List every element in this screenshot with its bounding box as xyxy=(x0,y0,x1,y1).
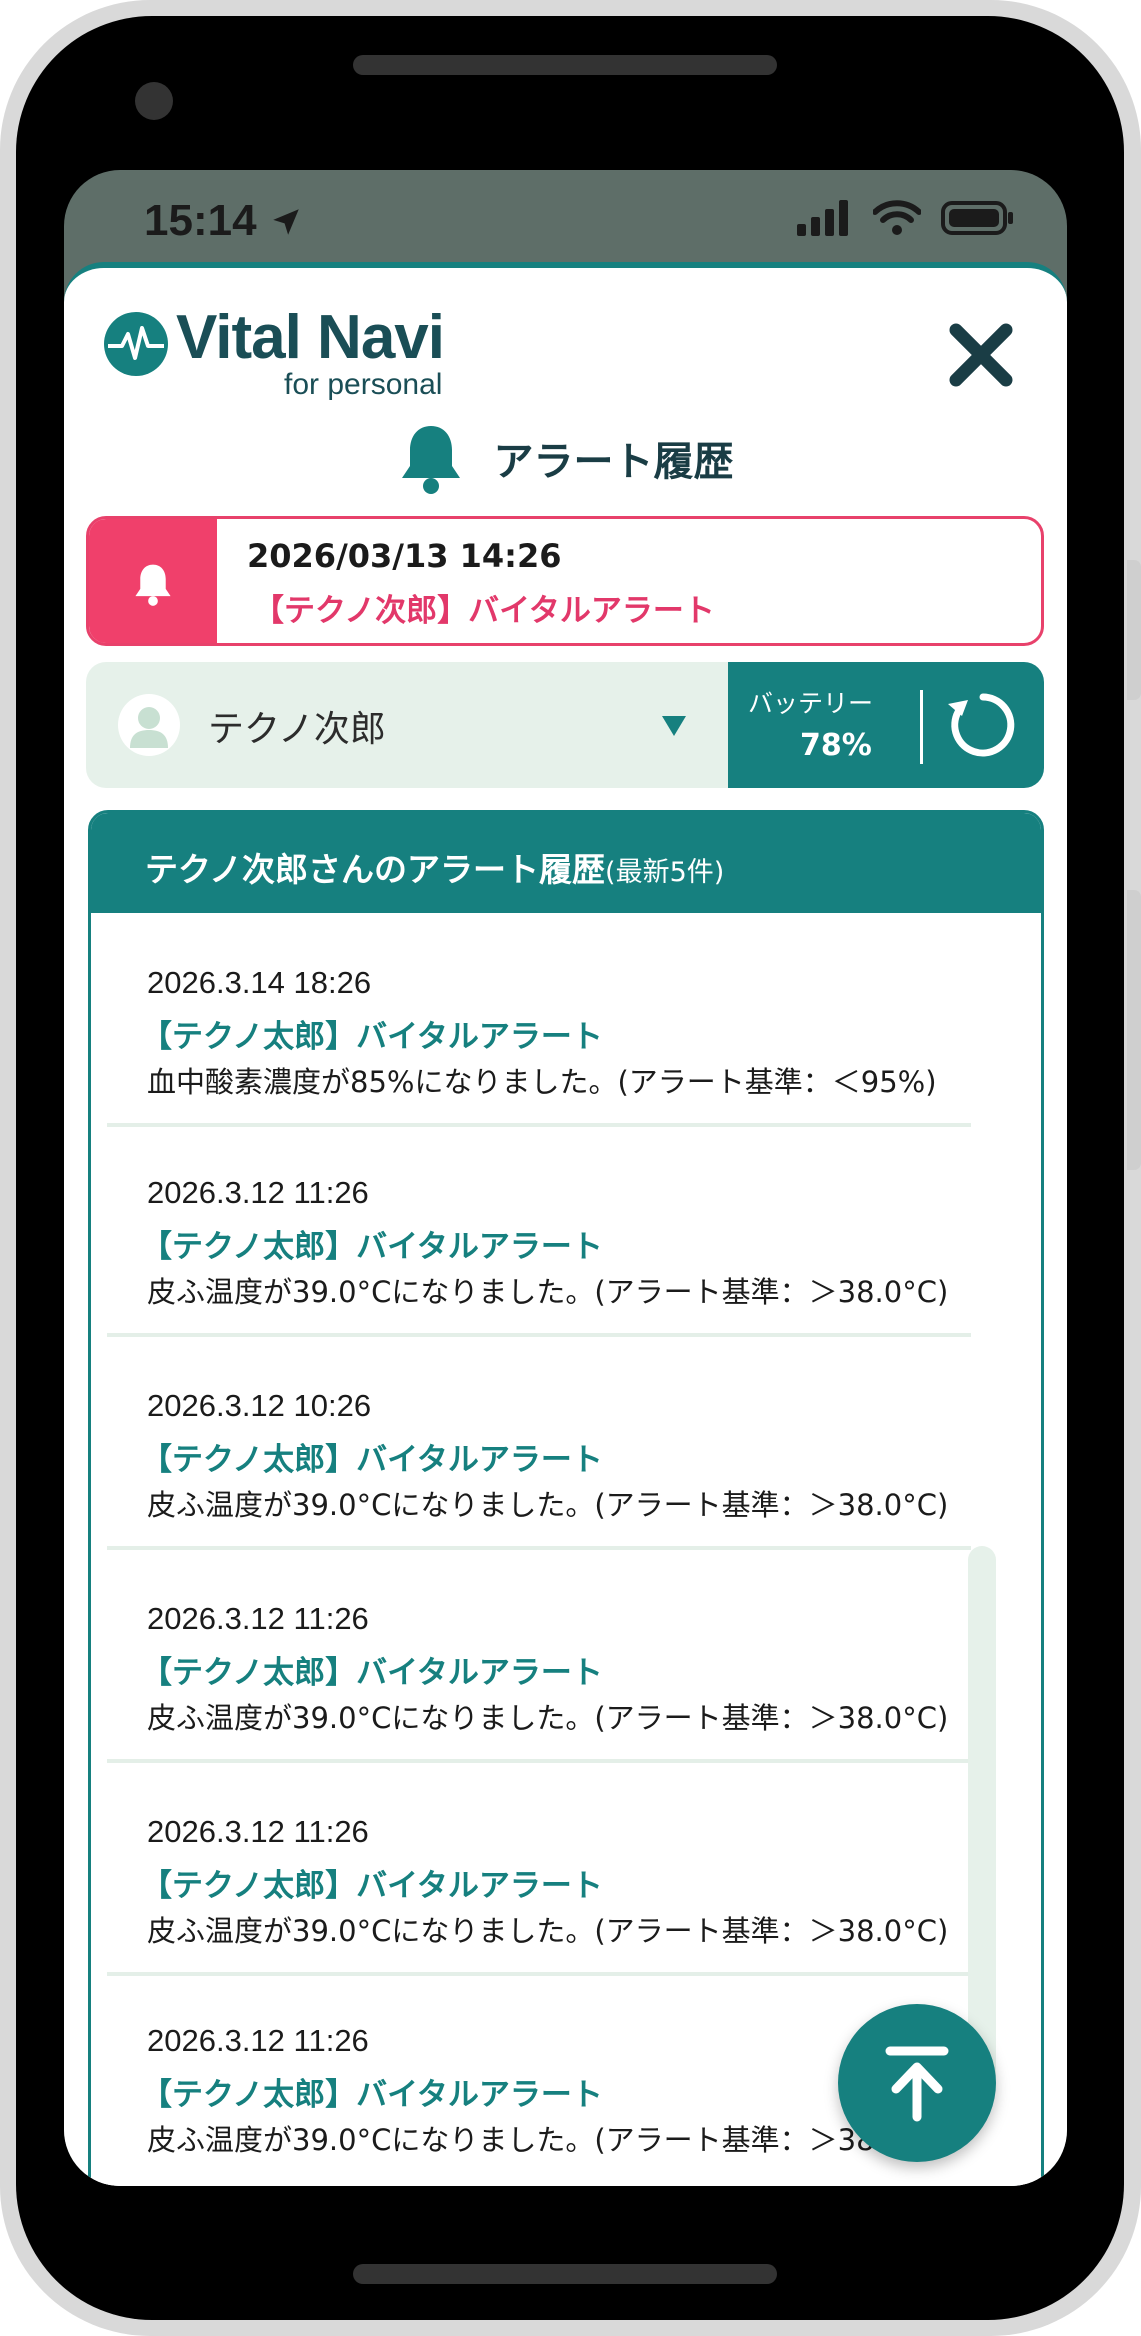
history-header-text: テクノ次郎さんのアラート履歴(最新5件) xyxy=(145,843,724,891)
status-bar: 15:14 xyxy=(64,170,1067,262)
battery-label: バッテリー xyxy=(748,689,874,718)
battery-icon xyxy=(941,201,1013,235)
battery-box: バッテリー 78% xyxy=(728,662,1044,788)
phone-side-button xyxy=(1127,890,1141,1170)
alert-history-modal: Vital Navi for personal アラート履歴 2026/03/1 xyxy=(64,262,1067,2186)
history-header-title: テクノ次郎さんのアラート履歴 xyxy=(145,850,606,889)
arrow-to-top-icon xyxy=(885,2046,949,2122)
item-body: 皮ふ温度が39.0°Cになりました。(アラート基準：＞38.0°C) xyxy=(147,1275,949,1309)
history-header: テクノ次郎さんのアラート履歴(最新5件) xyxy=(91,813,1041,913)
location-arrow-icon xyxy=(273,209,299,235)
page-header: アラート履歴 xyxy=(64,418,1067,498)
status-icons xyxy=(797,200,1015,236)
list-item[interactable]: 2026.3.12 11:26 【テクノ太郎】バイタルアラート 皮ふ温度が39.… xyxy=(107,1762,971,1976)
item-title: 【テクノ太郎】バイタルアラート xyxy=(141,1868,603,1904)
person-selector[interactable]: テクノ次郎 xyxy=(86,662,728,788)
page-title: アラート履歴 xyxy=(493,439,734,485)
latest-alert-message: 【テクノ次郎】バイタルアラート xyxy=(253,593,715,629)
close-button[interactable] xyxy=(946,320,1016,390)
latest-alert-datetime: 2026/03/13 14:26 xyxy=(247,537,562,575)
chevron-down-icon xyxy=(662,716,686,736)
item-title: 【テクノ太郎】バイタルアラート xyxy=(141,1019,603,1055)
screen: 15:14 Vital Navi for personal アラート履歴 202… xyxy=(64,170,1067,2186)
item-date: 2026.3.12 11:26 xyxy=(147,1814,369,1849)
refresh-button[interactable] xyxy=(938,680,1028,770)
logo-subtitle: for personal xyxy=(284,368,443,401)
scroll-to-top-button[interactable] xyxy=(838,2004,996,2162)
list-item[interactable]: 2026.3.14 18:26 【テクノ太郎】バイタルアラート 血中酸素濃度が8… xyxy=(107,913,971,1127)
item-date: 2026.3.12 11:26 xyxy=(147,2023,369,2058)
item-body: 血中酸素濃度が85%になりました。(アラート基準：＜95%) xyxy=(147,1065,937,1099)
item-date: 2026.3.14 18:26 xyxy=(147,965,372,1000)
close-icon xyxy=(949,323,1013,387)
item-body: 皮ふ温度が39.0°Cになりました。(アラート基準：＞38.0°C) xyxy=(147,2123,949,2157)
heartbeat-logo-icon xyxy=(104,312,168,376)
phone-side-button xyxy=(1127,560,1141,700)
item-date: 2026.3.12 11:26 xyxy=(147,1601,369,1636)
battery-value: 78% xyxy=(800,728,872,763)
scrollbar[interactable] xyxy=(968,1546,996,2086)
refresh-icon xyxy=(948,693,1015,757)
item-title: 【テクノ太郎】バイタルアラート xyxy=(141,1655,603,1691)
alert-banner-icon-box xyxy=(89,519,217,643)
list-item[interactable]: 2026.3.12 11:26 【テクノ太郎】バイタルアラート 皮ふ温度が39.… xyxy=(107,1123,971,1337)
bell-icon xyxy=(135,564,171,606)
latest-alert-banner[interactable]: 2026/03/13 14:26 【テクノ次郎】バイタルアラート xyxy=(86,516,1044,646)
item-body: 皮ふ温度が39.0°Cになりました。(アラート基準：＞38.0°C) xyxy=(147,1914,949,1948)
cellular-signal-icon xyxy=(797,200,848,236)
person-icon xyxy=(130,707,168,748)
item-date: 2026.3.12 10:26 xyxy=(147,1388,372,1423)
item-body: 皮ふ温度が39.0°Cになりました。(アラート基準：＞38.0°C) xyxy=(147,1701,949,1735)
item-date: 2026.3.12 11:26 xyxy=(147,1175,369,1210)
status-time: 15:14 xyxy=(144,196,303,246)
list-item[interactable]: 2026.3.12 11:26 【テクノ太郎】バイタルアラート 皮ふ温度が39.… xyxy=(107,1549,971,1763)
wifi-icon xyxy=(873,200,921,235)
selected-person-name: テクノ次郎 xyxy=(208,709,386,750)
phone-speaker xyxy=(353,55,777,75)
list-item[interactable]: 2026.3.12 10:26 【テクノ太郎】バイタルアラート 皮ふ温度が39.… xyxy=(107,1336,971,1550)
history-header-count: (最新5件) xyxy=(605,857,725,888)
item-title: 【テクノ太郎】バイタルアラート xyxy=(141,2077,603,2113)
logo-name: Vital Navi xyxy=(176,303,445,372)
item-title: 【テクノ太郎】バイタルアラート xyxy=(141,1229,603,1265)
avatar xyxy=(118,694,180,756)
item-body: 皮ふ温度が39.0°Cになりました。(アラート基準：＞38.0°C) xyxy=(147,1488,949,1522)
status-time-text: 15:14 xyxy=(144,196,257,245)
phone-camera xyxy=(135,82,173,120)
phone-home-bar xyxy=(353,2264,777,2284)
battery-divider xyxy=(920,690,923,764)
history-panel: テクノ次郎さんのアラート履歴(最新5件) 2026.3.14 18:26 【テク… xyxy=(88,810,1044,2186)
app-logo: Vital Navi for personal xyxy=(104,303,464,402)
person-bar: テクノ次郎 バッテリー 78% xyxy=(86,662,1044,788)
item-title: 【テクノ太郎】バイタルアラート xyxy=(141,1442,603,1478)
bell-icon xyxy=(401,426,460,494)
